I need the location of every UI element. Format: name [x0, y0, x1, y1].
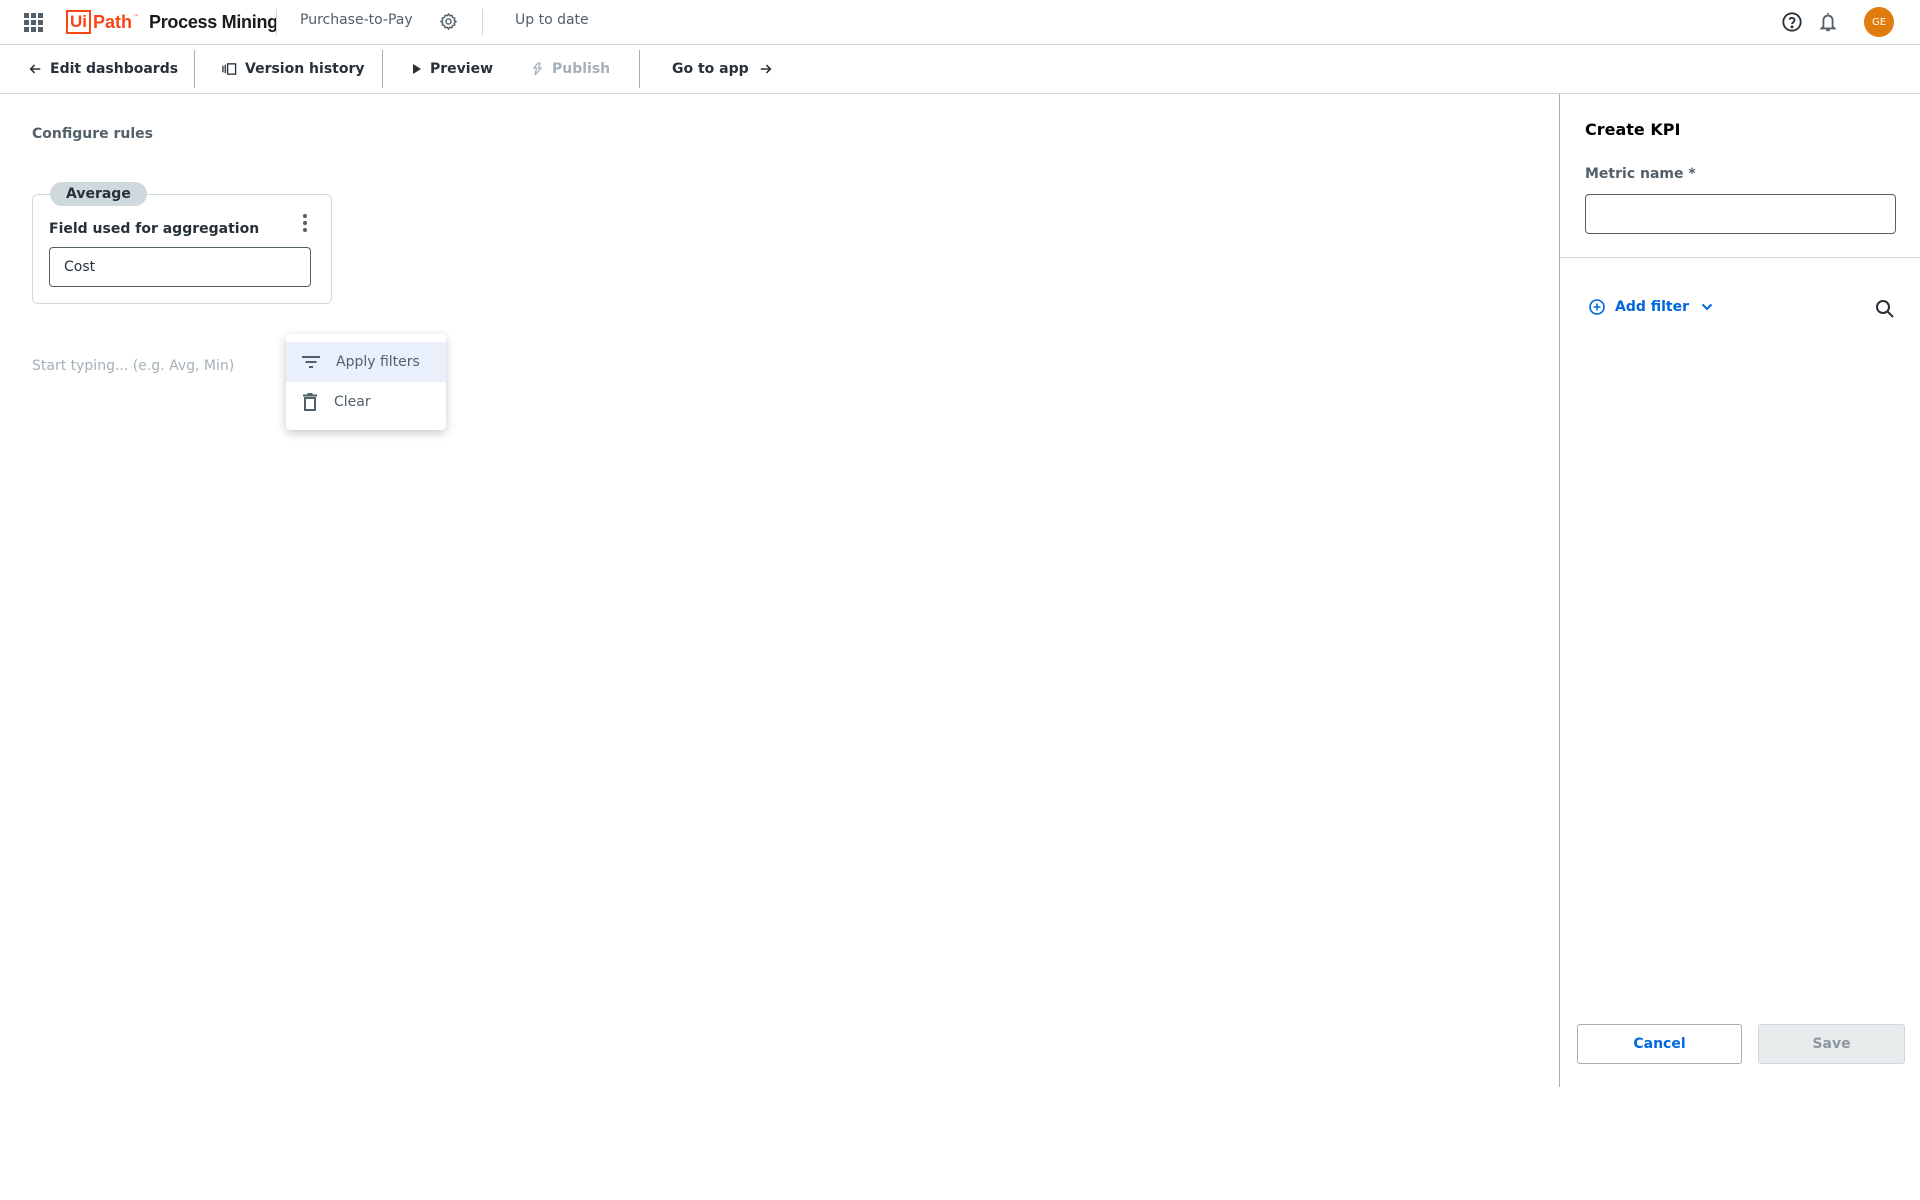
panel-title: Create KPI	[1585, 120, 1681, 139]
menu-item-clear[interactable]: Clear	[286, 382, 446, 422]
rule-context-menu: Apply filters Clear	[286, 334, 446, 430]
panel-divider	[1560, 257, 1920, 258]
filter-icon	[302, 356, 320, 368]
section-title: Configure rules	[32, 126, 153, 142]
toolbar-divider	[382, 50, 383, 88]
go-to-app-label: Go to app	[672, 61, 749, 77]
uipath-logo[interactable]: Ui Path ™ Process Mining	[66, 9, 278, 35]
preview-button[interactable]: Preview	[412, 45, 493, 93]
publish-icon	[532, 62, 543, 76]
add-filter-label: Add filter	[1615, 299, 1690, 315]
menu-item-label: Clear	[334, 394, 371, 410]
edit-dashboards-label: Edit dashboards	[50, 61, 179, 77]
rule-card: Field used for aggregation Cost	[32, 194, 332, 304]
publish-label: Publish	[552, 61, 611, 77]
cancel-button[interactable]: Cancel	[1577, 1024, 1742, 1064]
more-options-icon[interactable]	[295, 211, 315, 235]
apps-grid-icon[interactable]	[24, 13, 43, 32]
logo-path-text: Path	[93, 11, 133, 32]
aggregation-field-select[interactable]: Cost	[49, 247, 311, 287]
gear-icon[interactable]	[439, 12, 458, 31]
rule-input-placeholder[interactable]: Start typing... (e.g. Avg, Min)	[32, 358, 234, 374]
toolbar-divider	[639, 50, 640, 88]
rules-canvas: Configure rules Field used for aggregati…	[0, 94, 1559, 1094]
metric-name-label: Metric name *	[1585, 166, 1696, 182]
editor-toolbar: Edit dashboards Version history Preview …	[0, 45, 1920, 94]
save-button[interactable]: Save	[1758, 1024, 1905, 1064]
go-to-app-button[interactable]: Go to app	[672, 45, 781, 93]
project-name: Purchase-to-Pay	[300, 12, 413, 28]
play-icon	[413, 64, 421, 74]
version-history-label: Version history	[245, 61, 365, 77]
product-name: Process Mining	[149, 11, 278, 32]
arrow-left-icon	[29, 64, 41, 74]
search-icon[interactable]	[1874, 298, 1896, 320]
trash-icon	[303, 393, 317, 411]
help-icon[interactable]	[1781, 11, 1803, 33]
create-kpi-panel: Create KPI Metric name * Add filter Canc…	[1559, 94, 1920, 1087]
preview-label: Preview	[430, 61, 494, 77]
user-avatar[interactable]: GE	[1864, 7, 1894, 37]
field-label: Field used for aggregation	[49, 221, 260, 237]
version-history-icon	[222, 63, 237, 75]
edit-dashboards-button[interactable]: Edit dashboards	[28, 45, 178, 93]
toolbar-divider	[194, 50, 195, 88]
menu-item-apply-filters[interactable]: Apply filters	[286, 342, 446, 382]
header-divider	[276, 9, 277, 35]
bell-icon[interactable]	[1817, 10, 1839, 34]
logo-trademark: ™	[133, 13, 140, 21]
logo-ui-mark: Ui	[66, 10, 91, 34]
publish-button[interactable]: Publish	[532, 45, 610, 93]
metric-name-input[interactable]	[1585, 194, 1896, 234]
add-filter-button[interactable]: Add filter	[1589, 299, 1713, 315]
header-divider	[482, 9, 483, 35]
aggregation-chip[interactable]: Average	[50, 182, 147, 206]
chevron-down-icon	[1701, 303, 1713, 311]
menu-item-label: Apply filters	[336, 354, 420, 370]
version-history-button[interactable]: Version history	[222, 45, 365, 93]
add-circle-icon	[1589, 299, 1605, 315]
sync-status: Up to date	[515, 12, 589, 28]
app-header: Ui Path ™ Process Mining Purchase-to-Pay…	[0, 0, 1920, 45]
arrow-right-icon	[760, 64, 772, 74]
